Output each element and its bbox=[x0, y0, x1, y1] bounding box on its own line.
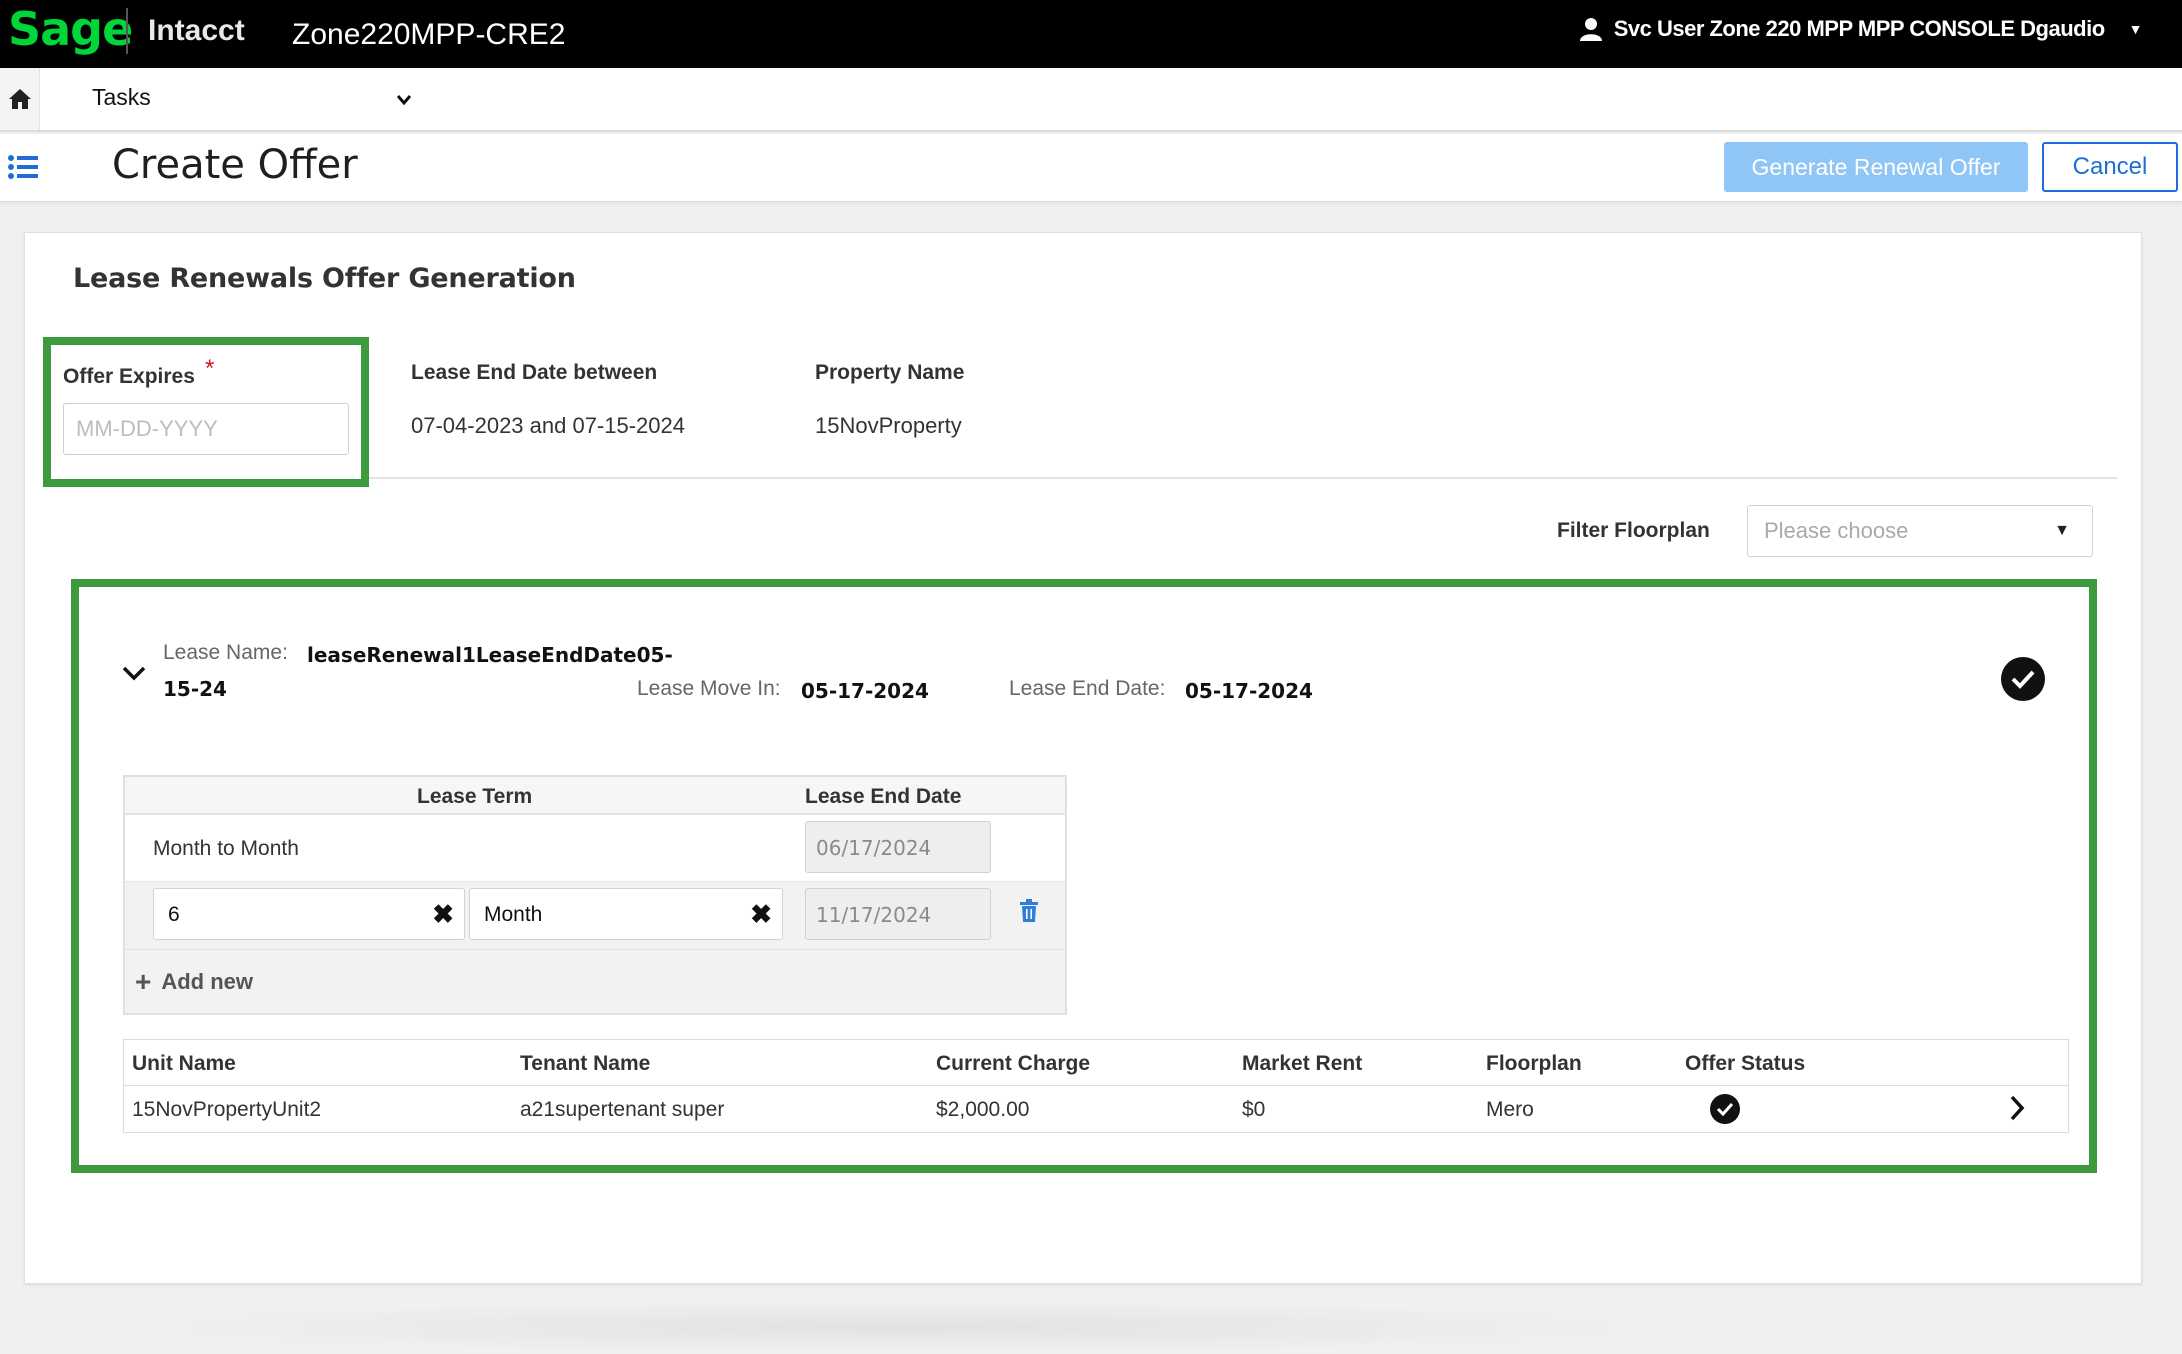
lease-move-in-value: 05-17-2024 bbox=[801, 679, 929, 703]
home-icon bbox=[8, 89, 31, 109]
check-circle-icon[interactable] bbox=[2001, 657, 2045, 701]
column-header-lease-end-date: Lease End Date bbox=[805, 785, 962, 808]
lease-end-date-field: 06/17/2024 bbox=[805, 821, 991, 873]
column-header-market-rent: Market Rent bbox=[1242, 1052, 1363, 1075]
add-new-button[interactable]: + Add new bbox=[135, 968, 253, 996]
list-icon[interactable] bbox=[8, 154, 38, 185]
product-name: Intacct bbox=[148, 14, 245, 47]
unit-table-header: Unit Name Tenant Name Current Charge Mar… bbox=[124, 1040, 2068, 1086]
trash-icon[interactable] bbox=[1019, 899, 1039, 928]
chevron-down-icon[interactable] bbox=[396, 86, 412, 112]
lease-end-date-label: Lease End Date: bbox=[1009, 677, 1166, 700]
filter-floorplan-select[interactable]: Please choose ▼ bbox=[1747, 505, 2093, 557]
property-name-label: Property Name bbox=[815, 361, 965, 384]
unit-table: Unit Name Tenant Name Current Charge Mar… bbox=[123, 1039, 2069, 1133]
lease-end-between-value: 07-04-2023 and 07-15-2024 bbox=[411, 413, 686, 438]
lease-end-between-label: Lease End Date between bbox=[411, 361, 658, 384]
property-name-value: 15NovProperty bbox=[815, 413, 962, 438]
lease-name-value-line2: 15-24 bbox=[163, 677, 227, 701]
caret-down-icon: ▼ bbox=[2128, 21, 2143, 37]
column-header-offer-status: Offer Status bbox=[1685, 1052, 1806, 1075]
current-charge-cell: $2,000.00 bbox=[936, 1098, 1030, 1121]
check-circle-icon bbox=[1710, 1094, 1740, 1124]
offer-expires-label: Offer Expires bbox=[63, 365, 195, 388]
lease-end-date-value: 05-17-2024 bbox=[1185, 679, 1313, 703]
filter-placeholder: Please choose bbox=[1764, 518, 1909, 543]
lease-term-row: 6 ✖ Month ✖ 11/17/2024 bbox=[125, 881, 1065, 949]
chevron-right-icon[interactable] bbox=[2008, 1094, 2026, 1127]
tasks-menu[interactable]: Tasks bbox=[92, 84, 151, 111]
unit-name-cell: 15NovPropertyUnit2 bbox=[132, 1098, 322, 1121]
lease-name-label: Lease Name: bbox=[163, 641, 288, 664]
section-divider bbox=[369, 477, 2117, 479]
clear-icon[interactable]: ✖ bbox=[432, 899, 454, 930]
column-header-lease-term: Lease Term bbox=[417, 785, 533, 808]
lease-name-value-line1: leaseRenewal1LeaseEndDate05- bbox=[307, 643, 673, 667]
title-bar: Create Offer Generate Renewal Offer Canc… bbox=[0, 134, 2182, 202]
required-mark: * bbox=[205, 355, 215, 382]
term-count-select[interactable]: 6 ✖ bbox=[153, 888, 465, 940]
offer-expires-input[interactable] bbox=[63, 403, 349, 455]
add-new-row: + Add new bbox=[125, 949, 1065, 1013]
section-title: Lease Renewals Offer Generation bbox=[73, 263, 576, 294]
floorplan-cell: Mero bbox=[1486, 1098, 1534, 1121]
company-name[interactable]: Zone220MPP-CRE2 bbox=[292, 18, 565, 52]
user-name: Svc User Zone 220 MPP MPP CONSOLE Dgaudi… bbox=[1613, 16, 2105, 41]
page-title: Create Offer bbox=[112, 142, 358, 188]
market-rent-cell: $0 bbox=[1242, 1098, 1266, 1121]
user-menu[interactable]: Svc User Zone 220 MPP MPP CONSOLE Dgaudi… bbox=[1579, 16, 2143, 42]
clear-icon[interactable]: ✖ bbox=[750, 899, 772, 930]
lease-term-text: Month to Month bbox=[153, 837, 299, 860]
user-icon bbox=[1579, 17, 1602, 41]
sage-logo[interactable]: Sage bbox=[8, 2, 133, 56]
column-header-unit-name: Unit Name bbox=[132, 1052, 236, 1075]
column-header-tenant-name: Tenant Name bbox=[520, 1052, 651, 1075]
lease-term-table: Lease Term Lease End Date Month to Month… bbox=[123, 775, 1067, 1015]
plus-icon: + bbox=[135, 966, 152, 997]
collapse-chevron-icon[interactable] bbox=[121, 665, 147, 688]
term-unit-select[interactable]: Month ✖ bbox=[469, 888, 783, 940]
cancel-button[interactable]: Cancel bbox=[2042, 142, 2178, 192]
lease-end-date-field: 11/17/2024 bbox=[805, 888, 991, 940]
home-button[interactable] bbox=[0, 68, 40, 130]
tenant-name-cell: a21supertenant super bbox=[520, 1098, 725, 1121]
term-count-value: 6 bbox=[168, 903, 180, 926]
logo-divider bbox=[126, 8, 128, 54]
caret-down-icon: ▼ bbox=[2054, 522, 2070, 539]
column-header-floorplan: Floorplan bbox=[1486, 1052, 1582, 1075]
lease-move-in-label: Lease Move In: bbox=[637, 677, 781, 700]
lease-term-header: Lease Term Lease End Date bbox=[125, 777, 1065, 815]
add-new-label: Add new bbox=[161, 969, 254, 994]
top-bar: Sage Intacct Zone220MPP-CRE2 Svc User Zo… bbox=[0, 0, 2182, 68]
nav-bar: Tasks bbox=[0, 68, 2182, 132]
lease-term-row: Month to Month 06/17/2024 bbox=[125, 815, 1065, 881]
filter-floorplan-label: Filter Floorplan bbox=[1557, 519, 1710, 542]
column-header-current-charge: Current Charge bbox=[936, 1052, 1091, 1075]
bottom-shadow bbox=[100, 1300, 1700, 1354]
offer-card: Lease Renewals Offer Generation Offer Ex… bbox=[24, 232, 2142, 1284]
term-unit-value: Month bbox=[484, 903, 543, 926]
generate-renewal-offer-button[interactable]: Generate Renewal Offer bbox=[1724, 142, 2028, 192]
